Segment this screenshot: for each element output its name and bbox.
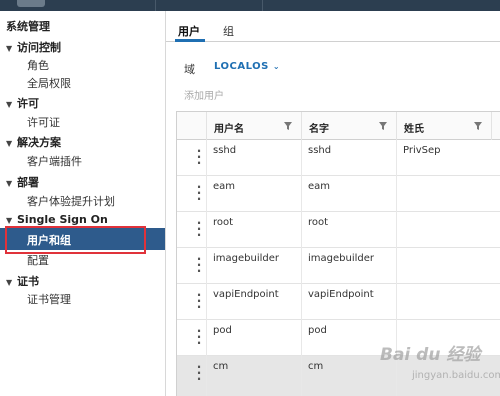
- column-divider: [206, 356, 207, 396]
- cell-username: eam: [213, 181, 236, 192]
- column-header-last-name[interactable]: 姓氏: [396, 112, 491, 140]
- caret-down-icon: ▼: [6, 278, 13, 287]
- column-divider: [301, 284, 302, 320]
- active-tab-indicator: [175, 39, 205, 42]
- column-divider: [301, 320, 302, 356]
- sidebar-item-roles[interactable]: 角色: [27, 57, 49, 73]
- sidebar-section-solutions[interactable]: ▼ 解决方案: [6, 134, 61, 150]
- sidebar: 系统管理 ▼ 访问控制 角色 全局权限 ▼ 许可 许可证 ▼ 解决方案 客户端插件 ▼…: [0, 11, 166, 396]
- caret-down-icon: ▼: [6, 216, 13, 225]
- cell-first-name: root: [308, 217, 329, 228]
- cell-first-name: cm: [308, 361, 324, 372]
- sidebar-section-deployment[interactable]: ▼ 部署: [6, 174, 39, 190]
- row-actions-icon[interactable]: · · ·: [193, 361, 205, 385]
- top-bar-divider: [262, 0, 263, 11]
- sidebar-item-ceip[interactable]: 客户体验提升计划: [27, 193, 115, 209]
- column-divider: [301, 212, 302, 248]
- sidebar-item-licenses[interactable]: 许可证: [27, 114, 60, 130]
- caret-down-icon: ▼: [6, 179, 13, 188]
- top-bar-divider: [155, 0, 156, 11]
- row-actions-icon[interactable]: · · ·: [193, 145, 205, 169]
- watermark-logo: Bai du 经验: [380, 345, 481, 365]
- column-divider: [206, 284, 207, 320]
- highlight-annotation-box: [5, 226, 146, 254]
- tab-bar: 用户 组: [166, 11, 500, 42]
- sidebar-item-certificate-management[interactable]: 证书管理: [27, 291, 71, 307]
- row-actions-icon[interactable]: · · ·: [193, 325, 205, 349]
- cell-username: imagebuilder: [213, 253, 280, 264]
- home-button[interactable]: [17, 0, 45, 7]
- column-divider: [301, 356, 302, 396]
- table-row[interactable]: · · · root root: [177, 212, 500, 248]
- table-row[interactable]: · · · sshd sshd PrivSep: [177, 140, 500, 176]
- row-actions-icon[interactable]: · · ·: [193, 253, 205, 277]
- column-divider: [396, 248, 397, 284]
- caret-down-icon: ▼: [6, 139, 13, 148]
- table-header: 用户名 名字 姓氏: [177, 112, 500, 140]
- table-row[interactable]: · · · imagebuilder imagebuilder: [177, 248, 500, 284]
- filter-icon[interactable]: [473, 121, 483, 131]
- sidebar-item-global-permissions[interactable]: 全局权限: [27, 75, 71, 91]
- tab-groups[interactable]: 组: [223, 23, 234, 39]
- column-divider: [301, 140, 302, 176]
- sidebar-section-sso[interactable]: ▼ Single Sign On: [6, 213, 108, 226]
- cell-last-name: PrivSep: [403, 145, 441, 156]
- chevron-down-icon: ⌄: [272, 62, 281, 71]
- sidebar-item-configuration[interactable]: 配置: [27, 252, 49, 268]
- column-divider: [206, 248, 207, 284]
- column-divider: [206, 320, 207, 356]
- domain-label: 域: [184, 63, 195, 76]
- cell-username: vapiEndpoint: [213, 289, 279, 300]
- table-row[interactable]: · · · eam eam: [177, 176, 500, 212]
- watermark-url: jingyan.baidu.com: [412, 370, 500, 381]
- column-header-username[interactable]: 用户名: [206, 112, 301, 140]
- tab-users[interactable]: 用户: [178, 23, 200, 39]
- top-bar: [0, 0, 500, 11]
- sidebar-section-certificates[interactable]: ▼ 证书: [6, 273, 39, 289]
- domain-dropdown[interactable]: LOCALOS ⌄: [214, 61, 280, 72]
- sidebar-title: 系统管理: [6, 20, 50, 33]
- cell-first-name: eam: [308, 181, 331, 192]
- cell-username: cm: [213, 361, 229, 372]
- column-header-first-name[interactable]: 名字: [301, 112, 396, 140]
- filter-icon[interactable]: [378, 121, 388, 131]
- main-content: 用户 组 域 LOCALOS ⌄ 添加用户 用户名 名字 姓氏 · · · ss…: [166, 11, 500, 396]
- sidebar-section-access-control[interactable]: ▼ 访问控制: [6, 39, 61, 55]
- cell-username: pod: [213, 325, 232, 336]
- watermark: Bai du 经验 jingyan.baidu.com: [380, 340, 500, 392]
- cell-username: root: [213, 217, 234, 228]
- column-divider: [396, 176, 397, 212]
- column-divider: [301, 176, 302, 212]
- column-divider: [206, 212, 207, 248]
- filter-icon[interactable]: [283, 121, 293, 131]
- cell-first-name: vapiEndpoint: [308, 289, 374, 300]
- cell-first-name: imagebuilder: [308, 253, 375, 264]
- caret-down-icon: ▼: [6, 44, 13, 53]
- cell-first-name: pod: [308, 325, 327, 336]
- cell-username: sshd: [213, 145, 237, 156]
- table-row[interactable]: · · · vapiEndpoint vapiEndpoint: [177, 284, 500, 320]
- column-divider: [396, 284, 397, 320]
- add-user-button[interactable]: 添加用户: [184, 87, 224, 102]
- column-divider: [396, 212, 397, 248]
- column-divider: [396, 140, 397, 176]
- caret-down-icon: ▼: [6, 100, 13, 109]
- cell-first-name: sshd: [308, 145, 332, 156]
- column-header-extra: [491, 112, 500, 140]
- column-divider: [206, 176, 207, 212]
- sidebar-item-client-plugins[interactable]: 客户端插件: [27, 153, 82, 169]
- column-divider: [301, 248, 302, 284]
- sidebar-section-licensing[interactable]: ▼ 许可: [6, 95, 39, 111]
- row-actions-icon[interactable]: · · ·: [193, 217, 205, 241]
- row-actions-icon[interactable]: · · ·: [193, 181, 205, 205]
- column-divider: [206, 140, 207, 176]
- row-actions-icon[interactable]: · · ·: [193, 289, 205, 313]
